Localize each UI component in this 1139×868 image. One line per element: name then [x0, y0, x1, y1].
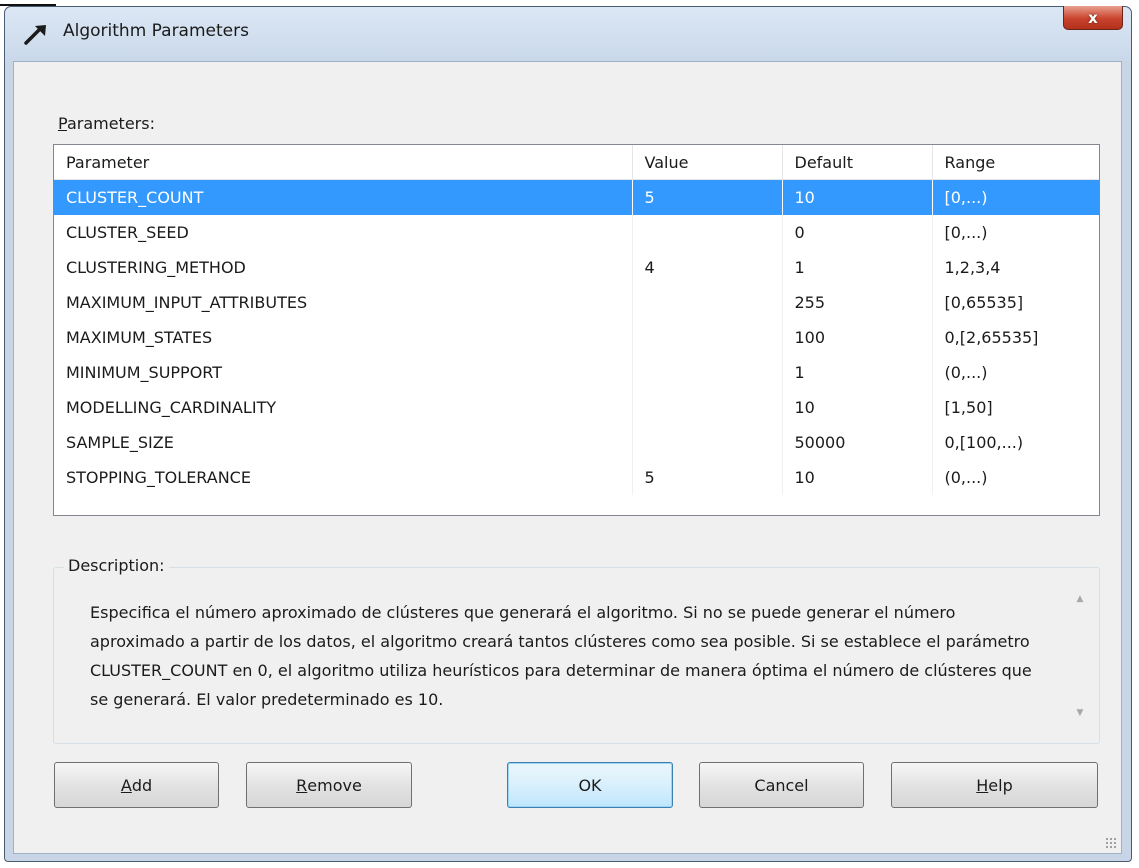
cell-parameter: MAXIMUM_INPUT_ATTRIBUTES: [54, 285, 633, 320]
cell-value[interactable]: 4: [632, 250, 783, 285]
remove-button[interactable]: Remove: [246, 762, 412, 808]
cell-parameter: MAXIMUM_STATES: [54, 320, 633, 355]
cell-value[interactable]: [632, 215, 783, 250]
cell-default: 0: [782, 215, 933, 250]
cell-value[interactable]: [632, 355, 783, 390]
cell-default: 1: [782, 250, 933, 285]
cell-range: [1,50]: [944, 398, 993, 417]
close-icon: x: [1088, 8, 1098, 27]
grid-header-row: Parameter Value Default Range: [54, 145, 1099, 180]
ok-button-label: OK: [578, 775, 602, 795]
cell-range: (0,...): [944, 468, 988, 487]
help-button[interactable]: Help: [891, 762, 1098, 808]
resize-grip[interactable]: [1105, 837, 1117, 849]
ok-button[interactable]: OK: [507, 762, 673, 808]
parameters-label-accelerator: P: [58, 114, 67, 133]
cell-range: 0,[100,...): [944, 433, 1024, 452]
table-row[interactable]: MODELLING_CARDINALITY 10 [1,50]: [54, 390, 1099, 425]
cell-range: [0,...): [944, 223, 988, 242]
table-row[interactable]: CLUSTER_SEED 0 [0,...): [54, 215, 1099, 250]
table-row[interactable]: CLUSTER_COUNT 5 10 [0,...): [54, 179, 1099, 215]
dialog-body: Parameters: Parameter Value Default Rang…: [13, 61, 1122, 854]
help-button-accelerator: H: [976, 775, 989, 795]
table-row[interactable]: STOPPING_TOLERANCE 5 10 (0,...): [54, 460, 1099, 495]
window-title: Algorithm Parameters: [63, 21, 249, 41]
cell-parameter: CLUSTER_SEED: [54, 215, 633, 250]
scroll-up-icon[interactable]: ▲: [1077, 594, 1084, 604]
cancel-button[interactable]: Cancel: [699, 762, 864, 808]
title-bar[interactable]: Algorithm Parameters x: [5, 6, 1131, 61]
cell-range: [0,...): [932, 179, 1099, 215]
cell-default: 50000: [782, 425, 933, 460]
add-button-label: dd: [131, 775, 153, 795]
description-group: Description: Especifica el número aproxi…: [53, 556, 1100, 744]
cell-value[interactable]: [632, 320, 783, 355]
column-header-default[interactable]: Default: [782, 145, 933, 180]
close-button[interactable]: x: [1063, 6, 1123, 30]
cell-default: 255: [782, 285, 933, 320]
description-text: Especifica el número aproximado de clúst…: [90, 603, 1032, 709]
cell-parameter: STOPPING_TOLERANCE: [54, 460, 633, 495]
cell-value[interactable]: [632, 285, 783, 320]
table-row[interactable]: MAXIMUM_INPUT_ATTRIBUTES 255 [0,65535]: [54, 285, 1099, 320]
parameters-grid[interactable]: Parameter Value Default Range CLUSTER_CO…: [53, 144, 1100, 516]
description-scrollbar[interactable]: ▲ ▼: [1073, 594, 1087, 718]
table-row[interactable]: CLUSTERING_METHOD 4 1 1,2,3,4: [54, 250, 1099, 285]
cell-range: (0,...): [944, 363, 988, 382]
table-row[interactable]: MAXIMUM_STATES 100 0,[2,65535]: [54, 320, 1099, 355]
cell-parameter: MINIMUM_SUPPORT: [54, 355, 633, 390]
cell-parameter: SAMPLE_SIZE: [54, 425, 633, 460]
mining-model-icon: [24, 25, 46, 45]
algorithm-parameters-dialog: Algorithm Parameters x Parameters: Param…: [4, 6, 1132, 862]
remove-button-label: emove: [307, 775, 362, 795]
parameters-label: Parameters:: [58, 114, 155, 133]
cell-parameter: CLUSTER_COUNT: [54, 179, 633, 215]
cell-range: [0,65535]: [944, 293, 1024, 312]
cell-parameter: MODELLING_CARDINALITY: [54, 390, 633, 425]
cell-parameter: CLUSTERING_METHOD: [54, 250, 633, 285]
column-header-value[interactable]: Value: [632, 145, 783, 180]
cell-range: 0,[2,65535]: [944, 328, 1039, 347]
cell-range: 1,2,3,4: [944, 258, 1001, 277]
table-row[interactable]: MINIMUM_SUPPORT 1 (0,...): [54, 355, 1099, 390]
cell-value[interactable]: [632, 390, 783, 425]
add-button[interactable]: Add: [54, 762, 219, 808]
remove-button-accelerator: R: [296, 775, 308, 795]
column-header-range[interactable]: Range: [932, 145, 1099, 180]
description-label: Description:: [64, 556, 169, 575]
cell-default: 10: [782, 179, 933, 215]
cell-default: 100: [782, 320, 933, 355]
cell-default: 10: [782, 390, 933, 425]
cell-value[interactable]: 5: [632, 460, 783, 495]
cell-value[interactable]: 5: [632, 179, 783, 215]
cell-default: 10: [782, 460, 933, 495]
scroll-down-icon[interactable]: ▼: [1077, 708, 1084, 718]
cell-default: 1: [782, 355, 933, 390]
cell-value[interactable]: [632, 425, 783, 460]
table-row[interactable]: SAMPLE_SIZE 50000 0,[100,...): [54, 425, 1099, 460]
help-button-label: elp: [988, 775, 1013, 795]
add-button-accelerator: A: [120, 775, 132, 795]
parameters-label-text: arameters:: [66, 114, 155, 133]
column-header-parameter[interactable]: Parameter: [54, 145, 633, 180]
cancel-button-label: Cancel: [754, 775, 809, 795]
